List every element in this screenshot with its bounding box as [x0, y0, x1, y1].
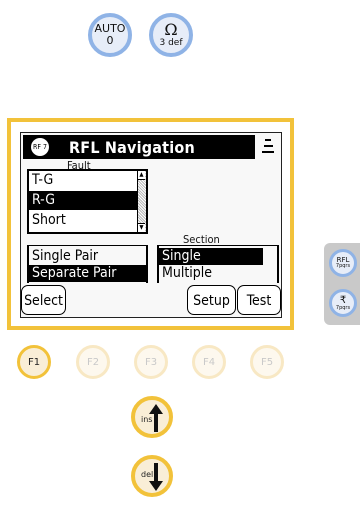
- scroll-down-arrow-icon[interactable]: ▼: [138, 223, 145, 232]
- screen-title: RFL Navigation: [69, 137, 195, 157]
- f1-key[interactable]: F1: [17, 345, 51, 379]
- fault-scrollbar[interactable]: ▲ ▼: [137, 171, 146, 232]
- down-arrow-icon: [149, 463, 163, 491]
- rfl-key-sublabel: 7pqrs: [335, 263, 351, 269]
- auto-key-sublabel: 0: [106, 34, 114, 47]
- ohm-key[interactable]: Ω 3 def: [149, 13, 193, 57]
- f2-key[interactable]: F2: [76, 345, 110, 379]
- seven-key-sublabel: 7pqrs: [335, 304, 351, 311]
- seven-key-label: ₹: [339, 294, 347, 306]
- ins-up-key[interactable]: ins: [131, 396, 173, 438]
- seven-key[interactable]: ₹ 7pqrs: [329, 289, 357, 317]
- device-screen: RF 7 RFL Navigation Fault T-G R-G Short …: [20, 132, 282, 318]
- section-option-multiple[interactable]: Multiple: [159, 265, 277, 282]
- rfl-key[interactable]: RFL 7pqrs: [329, 249, 357, 277]
- auto-key[interactable]: AUTO 0: [88, 13, 132, 57]
- scroll-up-arrow-icon[interactable]: ▲: [138, 171, 145, 180]
- rf-logo-icon: RF 7: [31, 138, 49, 156]
- title-bar: RF 7 RFL Navigation: [23, 135, 255, 159]
- setup-softkey[interactable]: Setup: [187, 285, 236, 315]
- f3-key[interactable]: F3: [134, 345, 168, 379]
- del-down-key[interactable]: del: [131, 455, 173, 497]
- fault-option-short[interactable]: Short: [29, 211, 138, 230]
- ohm-key-sublabel: 3 def: [159, 37, 183, 48]
- up-arrow-icon: [149, 404, 163, 432]
- fault-option-r-g[interactable]: R-G: [29, 191, 138, 210]
- f5-key[interactable]: F5: [250, 345, 284, 379]
- f4-key[interactable]: F4: [192, 345, 226, 379]
- section-options: Single Multiple: [157, 245, 279, 283]
- device-panel: RF 7 RFL Navigation Fault T-G R-G Short …: [7, 118, 294, 330]
- fault-option-t-g[interactable]: T-G: [29, 171, 138, 190]
- menu-icon[interactable]: [262, 139, 274, 153]
- pair-options: Single Pair Separate Pair: [27, 245, 148, 283]
- select-softkey[interactable]: Select: [21, 285, 66, 315]
- section-option-single[interactable]: Single: [159, 248, 263, 265]
- pair-option-separate-pair[interactable]: Separate Pair: [29, 265, 146, 282]
- test-softkey[interactable]: Test: [237, 285, 281, 315]
- pair-option-single-pair[interactable]: Single Pair: [29, 248, 146, 265]
- ohm-key-label: Ω: [164, 19, 178, 39]
- fault-list[interactable]: T-G R-G Short ▲ ▼: [27, 169, 148, 234]
